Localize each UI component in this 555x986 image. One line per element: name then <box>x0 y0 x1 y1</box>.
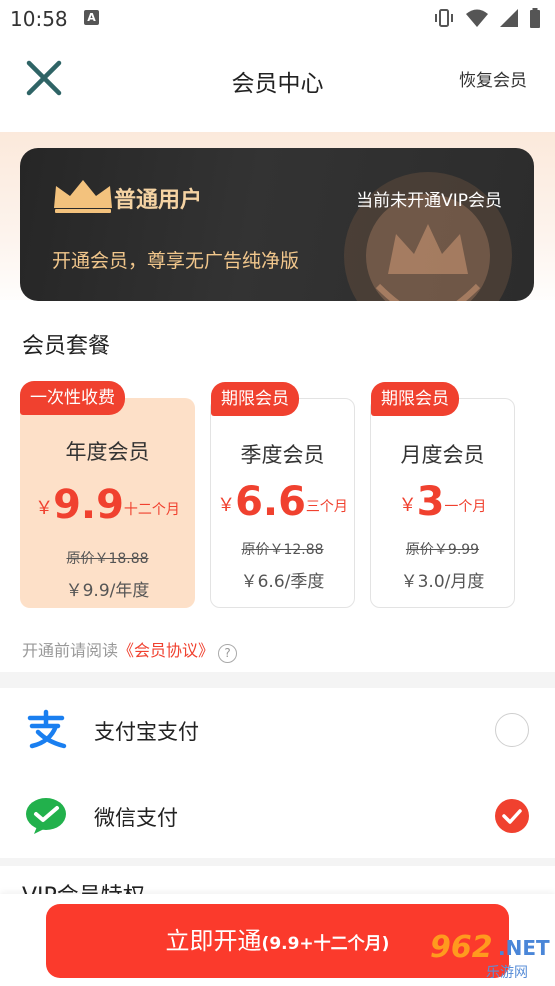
payment-label: 支付宝支付 <box>94 720 199 744</box>
plan-original-price: 原价￥12.88 <box>241 542 324 558</box>
plan-average-price: ￥9.9/年度 <box>65 581 150 601</box>
plan-price-value: 9.9 <box>53 482 124 528</box>
plan-badge: 期限会员 <box>211 382 299 416</box>
plan-badge: 一次性收费 <box>20 381 125 415</box>
plan-average-price: ￥3.0/月度 <box>400 572 485 592</box>
payment-radio-wechat[interactable] <box>495 799 529 833</box>
agreement-prefix: 开通前请阅读 <box>22 641 119 660</box>
signal-icon <box>500 9 518 27</box>
close-icon <box>26 60 62 96</box>
wechat-pay-icon <box>26 798 66 834</box>
payment-methods: 支付宝支付 微信支付 <box>0 688 555 858</box>
payment-radio-alipay[interactable] <box>495 713 529 747</box>
status-icons <box>433 8 541 28</box>
plan-badge: 期限会员 <box>371 382 459 416</box>
restore-membership-button[interactable]: 恢复会员 <box>459 66 527 91</box>
plan-name: 年度会员 <box>65 440 150 464</box>
plan-name: 月度会员 <box>400 443 485 467</box>
plan-duration: 一个月 <box>444 499 487 515</box>
help-icon[interactable]: ? <box>218 644 238 663</box>
activate-label: 立即开通 <box>165 927 262 955</box>
plan-price-value: 6.6 <box>235 479 306 525</box>
vip-status-card: 普通用户 当前未开通VIP会员 开通会员，尊享无广告纯净版 <box>20 148 534 301</box>
battery-icon <box>530 8 540 28</box>
plan-currency: ￥ <box>217 495 236 516</box>
status-bar: 10:58 A <box>0 0 555 36</box>
crown-icon <box>54 180 112 213</box>
membership-status: 当前未开通VIP会员 <box>356 191 502 211</box>
vip-features-section: VIP会员特权 <box>0 866 555 896</box>
plan-currency: ￥ <box>35 498 54 519</box>
membership-level: 普通用户 <box>114 188 203 213</box>
agreement-notice: 开通前请阅读《会员协议》? <box>22 637 238 663</box>
plan-price: ￥3一个月 <box>371 479 514 525</box>
payment-label: 微信支付 <box>94 806 178 830</box>
alipay-icon <box>27 709 67 749</box>
plan-name: 季度会员 <box>240 443 325 467</box>
status-time: 10:58 <box>10 7 68 31</box>
membership-agreement-link[interactable]: 《会员协议》 <box>118 641 214 660</box>
check-icon <box>502 809 522 824</box>
plan-price: ￥6.6三个月 <box>211 479 354 525</box>
header: 会员中心 恢复会员 <box>0 36 555 132</box>
plan-card-annual[interactable]: 一次性收费 年度会员 ￥9.9十二个月 原价￥18.88 ￥9.9/年度 <box>20 381 195 608</box>
payment-option-alipay[interactable]: 支付宝支付 <box>0 688 555 772</box>
plan-original-price: 原价￥9.99 <box>405 542 480 558</box>
plan-card-monthly[interactable]: 期限会员 月度会员 ￥3一个月 原价￥9.99 ￥3.0/月度 <box>370 382 515 608</box>
plan-price-value: 3 <box>416 479 445 525</box>
watermark-number: 962 <box>430 930 493 965</box>
plan-price: ￥9.9十二个月 <box>20 482 195 528</box>
notification-icon: A <box>84 10 99 25</box>
plan-average-price: ￥6.6/季度 <box>240 572 325 592</box>
plan-duration: 三个月 <box>305 499 348 515</box>
wifi-icon <box>466 9 488 27</box>
watermark-sub: 乐游网 <box>486 965 528 981</box>
plan-duration: 十二个月 <box>123 502 180 518</box>
vibrate-icon <box>435 9 453 27</box>
plan-original-price: 原价￥18.88 <box>66 551 149 567</box>
plan-card-quarterly[interactable]: 期限会员 季度会员 ￥6.6三个月 原价￥12.88 ￥6.6/季度 <box>210 382 355 608</box>
close-button[interactable] <box>22 56 66 100</box>
plans-section-title: 会员套餐 <box>22 334 111 359</box>
plan-currency: ￥ <box>398 495 417 516</box>
site-watermark: 962 .NET 乐游网 <box>414 930 550 982</box>
activate-price-label: (9.9+十二个月) <box>261 934 390 954</box>
payment-option-wechat[interactable]: 微信支付 <box>0 774 555 858</box>
membership-description: 开通会员，尊享无广告纯净版 <box>52 250 300 272</box>
watermark-suffix: .NET <box>498 936 550 960</box>
